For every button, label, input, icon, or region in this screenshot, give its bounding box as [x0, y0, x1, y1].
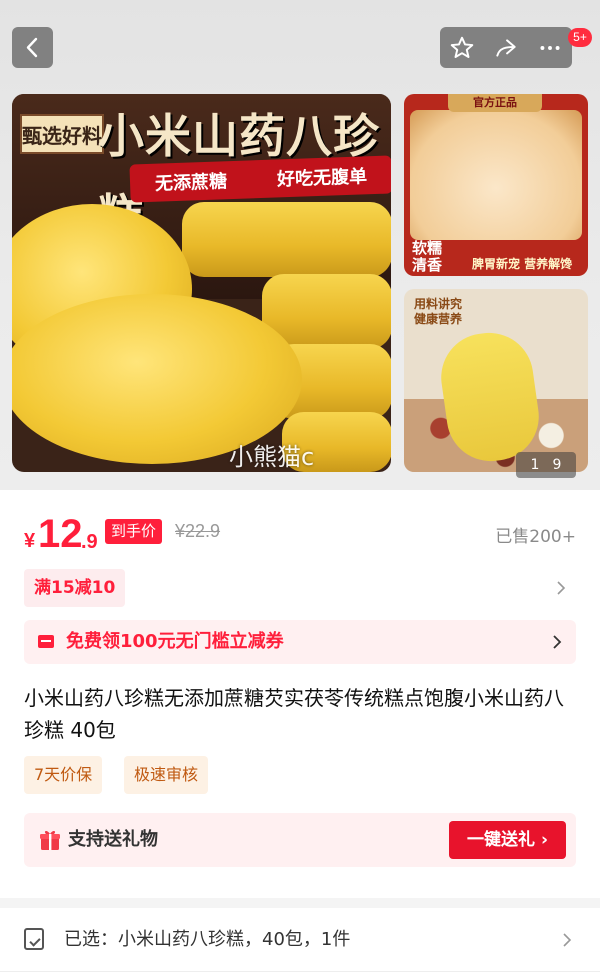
guarantee-tag[interactable]: 7天价保: [24, 756, 103, 794]
cake-stack: [182, 202, 391, 277]
selected-spec-text: 已选：小米山药八珍糕，40包，1件: [64, 929, 351, 950]
image-tag: 甄选好料: [20, 114, 104, 154]
product-title: 小米山药八珍糕无添加蔗糖芡实茯苓传统糕点饱腹小米山药八珍糕 40包: [24, 686, 564, 742]
thumbnail-2[interactable]: 用料讲究 健康营养: [404, 289, 588, 472]
notification-badge: 5+: [568, 28, 592, 47]
image-slogan-1: 无添蔗糖: [154, 171, 228, 195]
original-price: ¥22.9: [175, 521, 221, 541]
star-icon: [450, 36, 474, 58]
thumbnail-photo: [410, 110, 582, 240]
coupon-text: 免费领100元无门槛立减券: [66, 631, 284, 652]
thumbnail-label-line: 软糯: [412, 239, 443, 257]
favorite-button[interactable]: [440, 27, 484, 68]
gift-text: 支持送礼物: [68, 829, 158, 850]
share-button[interactable]: [484, 27, 528, 68]
coupon-icon: [38, 635, 54, 648]
chevron-right-icon: ›: [540, 830, 548, 850]
chevron-right-icon: [553, 635, 562, 649]
thumbnail-ribbon: 官方正品: [448, 94, 542, 112]
gift-banner: 支持送礼物 一键送礼 ›: [24, 813, 576, 867]
send-gift-label: 一键送礼: [467, 830, 536, 850]
share-icon: [496, 38, 516, 57]
send-gift-button[interactable]: 一键送礼 ›: [449, 821, 566, 859]
main-product-image[interactable]: 甄选好料 小米山药八珍糕 无添蔗糖 好吃无腹单 小熊猫c: [12, 94, 391, 472]
price-decimal: .9: [81, 531, 98, 553]
final-price-label: 到手价: [105, 519, 163, 544]
gift-icon: [40, 830, 60, 850]
thumbnail-label: 软糯 清香: [412, 240, 442, 274]
checklist-icon: [24, 928, 44, 950]
price-currency: ¥: [24, 530, 36, 552]
product-info: ¥ 12 .9 到手价 ¥22.9 已售200+ 满15减10 免费领100元无…: [0, 490, 600, 898]
selected-spec-row[interactable]: 已选：小米山药八珍糕，40包，1件: [0, 908, 600, 972]
more-icon: [540, 45, 560, 50]
chevron-right-icon: [563, 933, 572, 947]
more-button[interactable]: [528, 27, 572, 68]
thumbnail-caption-line: 健康营养: [414, 312, 463, 326]
image-counter-total: 9: [552, 457, 562, 473]
chevron-left-icon: [26, 37, 38, 58]
thumbnail-label-line: 清香: [412, 256, 443, 274]
product-gallery[interactable]: 甄选好料 小米山药八珍糕 无添蔗糖 好吃无腹单 小熊猫c 官方正品 软糯 清香 …: [0, 0, 600, 490]
action-bar: [440, 27, 572, 68]
chevron-right-icon: [557, 581, 566, 595]
price-row: ¥ 12 .9 到手价 ¥22.9 已售200+: [24, 512, 576, 556]
image-slogan-2: 好吃无腹单: [276, 166, 368, 191]
coupon-banner[interactable]: 免费领100元无门槛立减券: [24, 620, 576, 664]
thumbnail-1[interactable]: 官方正品 软糯 清香 脾胃新宠 营养解馋: [404, 94, 588, 276]
image-counter-current: 1: [530, 457, 540, 473]
guarantee-tag[interactable]: 极速审核: [124, 756, 209, 794]
image-counter: 1 9: [516, 452, 576, 478]
promotion-row[interactable]: 满15减10: [24, 569, 576, 607]
price-integer: 12: [38, 512, 83, 556]
image-watermark: 小熊猫c: [229, 443, 315, 471]
thumbnail-caption-line: 用料讲究: [414, 297, 463, 311]
promotion-tag: 满15减10: [24, 569, 126, 607]
thumbnail-caption: 用料讲究 健康营养: [414, 297, 462, 327]
back-button[interactable]: [12, 27, 53, 68]
sold-count: 已售200+: [495, 527, 576, 547]
thumbnail-caption: 脾胃新宠 营养解馋: [472, 257, 573, 271]
section-divider: [0, 898, 600, 908]
